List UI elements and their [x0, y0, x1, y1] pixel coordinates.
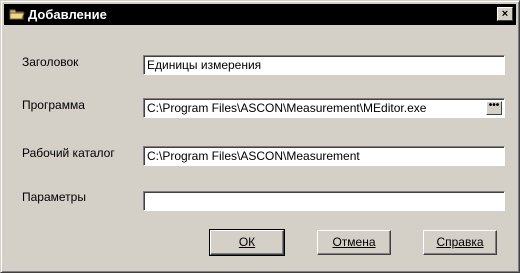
program-field-value: C:\Program Files\ASCON\Measurement\MEdit… — [147, 101, 427, 115]
title-bar[interactable]: Добавление × — [4, 4, 516, 25]
title-label: Заголовок — [22, 55, 79, 69]
workdir-field[interactable]: C:\Program Files\ASCON\Measurement — [143, 146, 505, 166]
window-title: Добавление — [28, 7, 107, 22]
add-dialog: Добавление × Заголовок Единицы измерения… — [0, 0, 520, 273]
help-button[interactable]: Справка — [423, 230, 497, 255]
folder-icon — [9, 9, 25, 20]
ok-button-label: ОК — [238, 235, 256, 249]
params-field[interactable] — [143, 191, 505, 211]
workdir-label: Рабочий каталог — [22, 146, 115, 160]
ellipsis-icon[interactable]: ••• — [486, 101, 502, 115]
cancel-button[interactable]: Отмена — [317, 230, 391, 255]
close-icon[interactable]: × — [497, 7, 513, 21]
cancel-button-label: Отмена — [332, 235, 376, 249]
ok-button[interactable]: ОК — [209, 229, 285, 256]
params-label: Параметры — [22, 190, 86, 204]
help-button-label: Справка — [436, 235, 484, 249]
title-field[interactable]: Единицы измерения — [143, 55, 505, 75]
program-label: Программа — [22, 98, 85, 112]
program-field[interactable]: C:\Program Files\ASCON\Measurement\MEdit… — [143, 98, 505, 118]
